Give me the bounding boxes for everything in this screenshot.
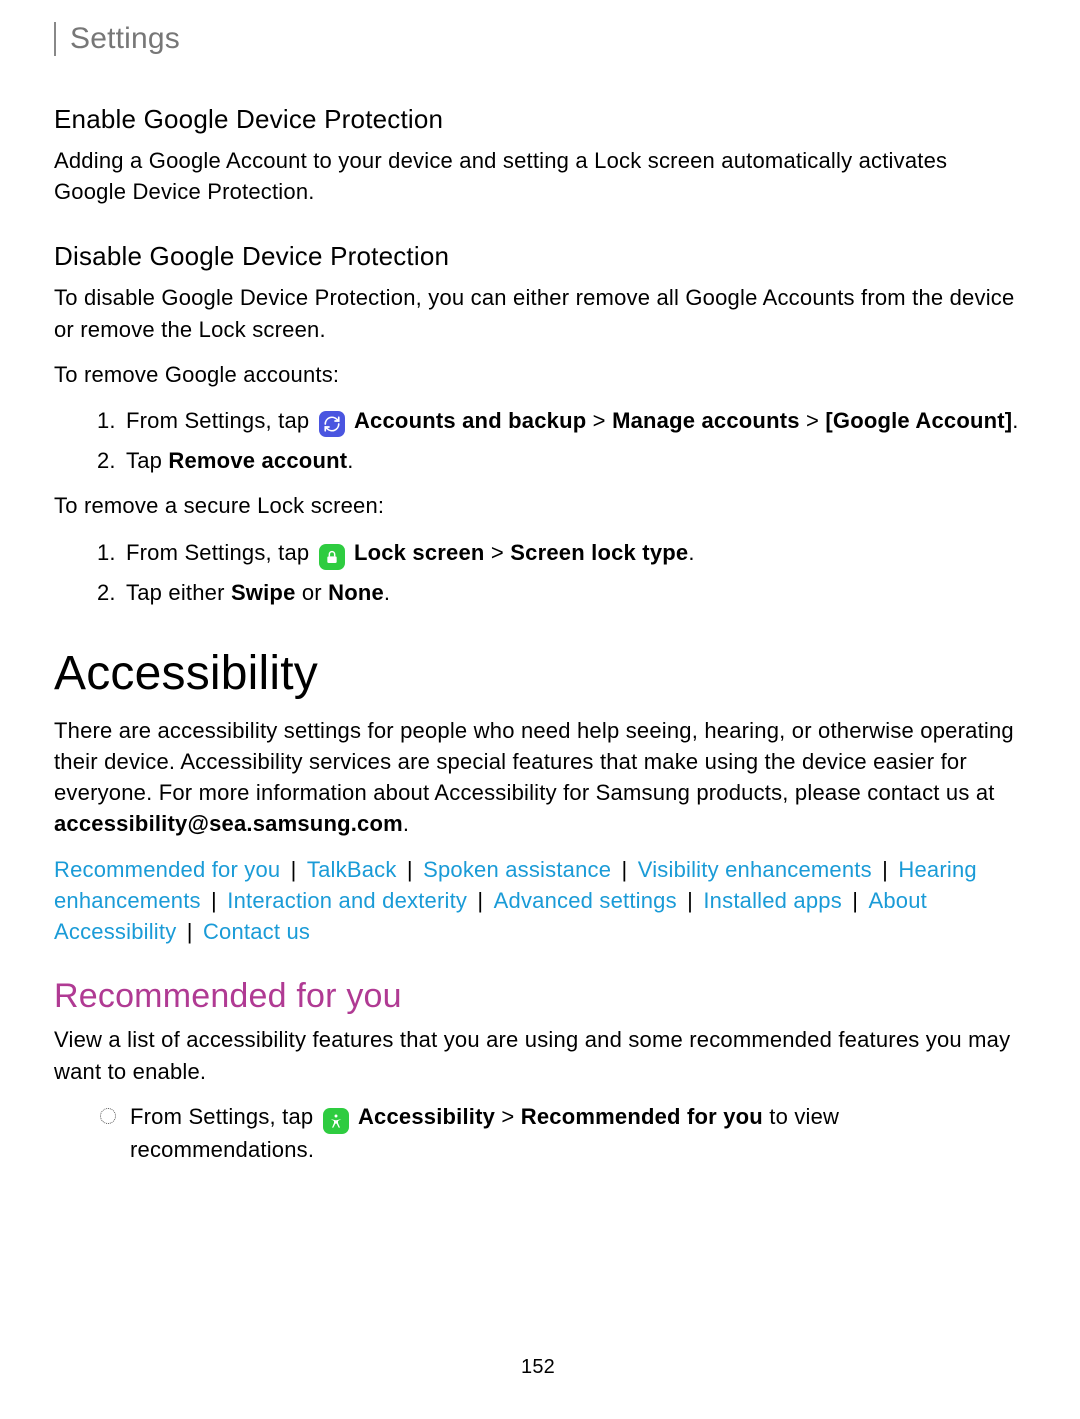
list-recommended-steps: From Settings, tap Accessibility > Recom… — [54, 1101, 1022, 1166]
accounts-backup-icon — [319, 411, 345, 437]
circle-bullet-icon — [100, 1108, 116, 1124]
link-spoken-assistance[interactable]: Spoken assistance — [423, 857, 611, 882]
link-recommended-for-you[interactable]: Recommended for you — [54, 857, 280, 882]
list-remove-accounts: From Settings, tap Accounts and backup >… — [54, 404, 1022, 478]
heading-accessibility: Accessibility — [54, 646, 1022, 701]
accessibility-icon — [323, 1108, 349, 1134]
list-item: From Settings, tap Accessibility > Recom… — [100, 1101, 1022, 1166]
link-talkback[interactable]: TalkBack — [307, 857, 397, 882]
link-advanced-settings[interactable]: Advanced settings — [494, 888, 677, 913]
text-accessibility: There are accessibility settings for peo… — [54, 715, 1022, 840]
lock-icon — [319, 544, 345, 570]
page-header-title: Settings — [70, 22, 1022, 56]
text-recommended: View a list of accessibility features th… — [54, 1024, 1022, 1086]
link-interaction-dexterity[interactable]: Interaction and dexterity — [227, 888, 467, 913]
accessibility-links: Recommended for you | TalkBack | Spoken … — [54, 854, 1022, 948]
text-enable-gdp: Adding a Google Account to your device a… — [54, 145, 1022, 207]
text-remove-lock-intro: To remove a secure Lock screen: — [54, 490, 1022, 521]
link-installed-apps[interactable]: Installed apps — [703, 888, 842, 913]
list-item: Tap either Swipe or None. — [122, 576, 1022, 610]
list-item: From Settings, tap Accounts and backup >… — [122, 404, 1022, 438]
heading-enable-gdp: Enable Google Device Protection — [54, 104, 1022, 135]
text-remove-accounts-intro: To remove Google accounts: — [54, 359, 1022, 390]
heading-disable-gdp: Disable Google Device Protection — [54, 241, 1022, 272]
text-disable-gdp: To disable Google Device Protection, you… — [54, 282, 1022, 344]
heading-recommended: Recommended for you — [54, 977, 1022, 1016]
list-remove-lock: From Settings, tap Lock screen > Screen … — [54, 536, 1022, 610]
link-visibility-enhancements[interactable]: Visibility enhancements — [638, 857, 872, 882]
list-item: From Settings, tap Lock screen > Screen … — [122, 536, 1022, 570]
page-number: 152 — [54, 1356, 1022, 1379]
page-header: Settings — [54, 22, 1022, 56]
link-contact-us[interactable]: Contact us — [203, 919, 310, 944]
list-item: Tap Remove account. — [122, 444, 1022, 478]
